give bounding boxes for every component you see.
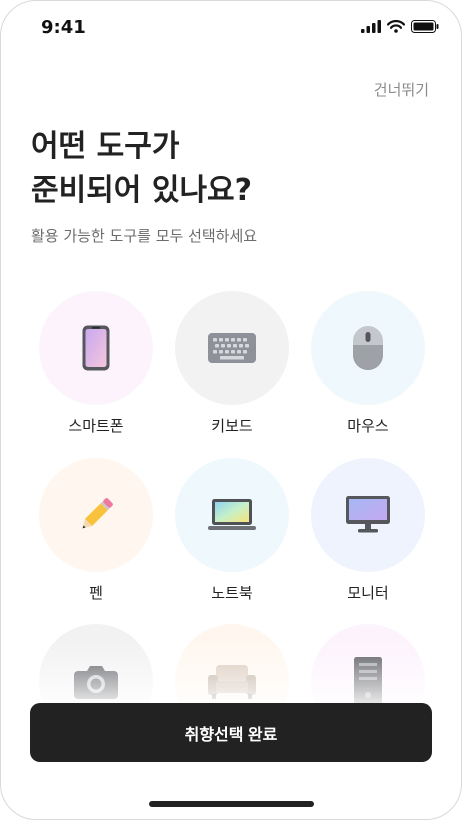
monitor-icon bbox=[346, 496, 390, 533]
phone-frame: 9:41 건너뛰기 어떤 도구가 준비되어 있나요? 활용 가능한 도구를 모두… bbox=[0, 0, 462, 820]
tool-option-mouse[interactable]: 마우스 bbox=[311, 291, 425, 436]
laptop-icon bbox=[208, 499, 256, 530]
tool-option-pen[interactable]: 펜 bbox=[39, 458, 153, 603]
page-title: 어떤 도구가 준비되어 있나요? bbox=[31, 125, 252, 213]
tool-label: 노트북 bbox=[211, 584, 253, 602]
tool-option-smartphone[interactable]: 스마트폰 bbox=[39, 291, 153, 436]
tool-label: 스마트폰 bbox=[68, 417, 124, 435]
battery-icon bbox=[411, 20, 439, 33]
tool-circle bbox=[175, 291, 289, 405]
status-bar: 9:41 bbox=[1, 1, 461, 57]
tool-circle bbox=[39, 458, 153, 572]
page-subtitle: 활용 가능한 도구를 모두 선택하세요 bbox=[31, 227, 258, 245]
tool-option-monitor[interactable]: 모니터 bbox=[311, 458, 425, 603]
title-line-2: 준비되어 있나요? bbox=[31, 173, 253, 208]
skip-button[interactable]: 건너뛰기 bbox=[374, 79, 429, 100]
tool-label: 키보드 bbox=[211, 417, 253, 435]
mouse-icon bbox=[353, 326, 383, 370]
tool-circle bbox=[311, 458, 425, 572]
tool-circle bbox=[311, 291, 425, 405]
system-icons bbox=[361, 20, 439, 33]
status-time: 9:41 bbox=[41, 17, 86, 38]
tool-circle bbox=[175, 458, 289, 572]
tool-label: 마우스 bbox=[347, 417, 389, 435]
pencil-icon bbox=[82, 498, 113, 529]
tool-label: 모니터 bbox=[347, 584, 389, 602]
keyboard-icon bbox=[208, 333, 256, 363]
signal-icon bbox=[361, 20, 381, 33]
title-line-1: 어떤 도구가 bbox=[31, 129, 180, 164]
tool-option-keyboard[interactable]: 키보드 bbox=[175, 291, 289, 436]
wifi-icon bbox=[387, 20, 405, 33]
tool-option-laptop[interactable]: 노트북 bbox=[175, 458, 289, 603]
confirm-selection-button[interactable]: 취향선택 완료 bbox=[30, 703, 432, 762]
tool-circle bbox=[39, 291, 153, 405]
smartphone-icon bbox=[82, 325, 110, 371]
tool-label: 펜 bbox=[89, 584, 103, 602]
home-indicator bbox=[149, 801, 314, 807]
